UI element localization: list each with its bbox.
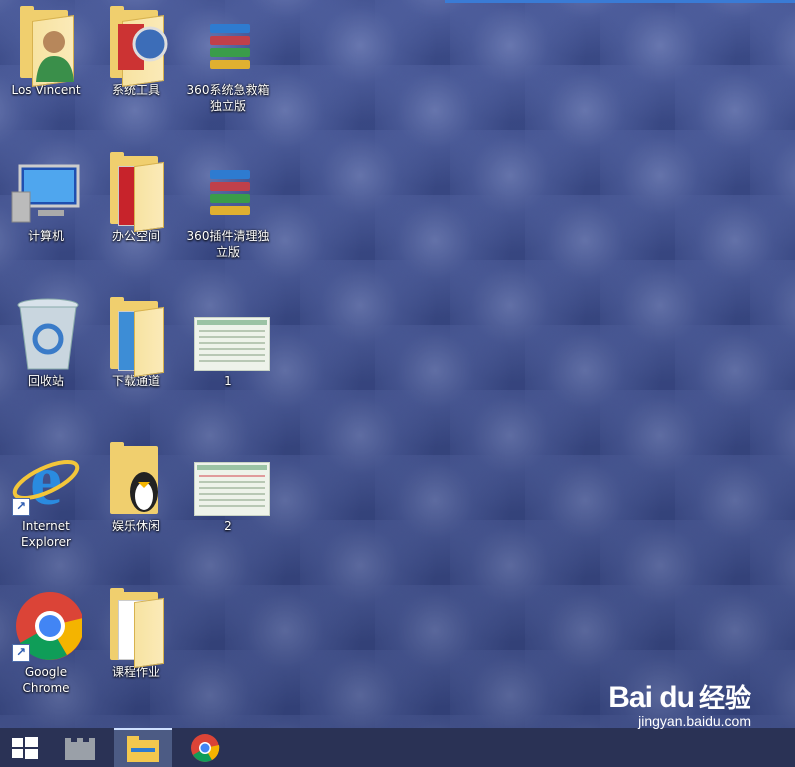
watermark-cn: 经验 <box>698 684 751 714</box>
shortcut-arrow-icon: ↗ <box>12 644 30 662</box>
desktop-icon-image-1[interactable]: 1 <box>186 297 270 389</box>
icon-label-line: Google <box>24 665 68 679</box>
desktop-icon-downloads[interactable]: 下载通道 <box>94 297 178 389</box>
icon-label: 回收站 <box>27 374 64 388</box>
office-folder-icon <box>100 152 172 233</box>
screenshot-thumbnail-icon <box>192 297 270 373</box>
icon-label: 娱乐休闲 <box>111 519 160 533</box>
recycle-bin-icon <box>10 297 82 373</box>
icon-label-line: Explorer <box>21 535 71 549</box>
icon-label-line: Chrome <box>22 681 70 695</box>
desktop-icon-google-chrome[interactable]: ↗ Google Chrome <box>4 588 88 696</box>
taskbar-file-explorer[interactable] <box>114 728 172 767</box>
desktop-icon-los-vincent[interactable]: Los Vincent <box>4 6 88 98</box>
desktop-icon-entertainment[interactable]: 娱乐休闲 <box>94 442 178 534</box>
icon-label: 2 <box>224 519 232 533</box>
desktop-icon-homework[interactable]: 课程作业 <box>94 588 178 680</box>
icon-label-line: 360系统急救箱 <box>186 83 270 97</box>
user-folder-icon <box>10 6 82 87</box>
windows-logo-icon <box>12 737 38 759</box>
desktop-icon-computer[interactable]: 计算机 <box>4 152 88 244</box>
desktop-icon-recycle-bin[interactable]: 回收站 <box>4 297 88 389</box>
desktop-icon-360-rescue-box[interactable]: 360系统急救箱 独立版 <box>186 6 270 114</box>
icon-label-line: Internet <box>22 519 70 533</box>
svg-text:e: e <box>30 442 62 518</box>
watermark-url: jingyan.baidu.com <box>638 713 751 729</box>
system-tools-folder-icon <box>100 6 172 87</box>
downloads-folder-icon <box>100 297 172 378</box>
screenshot-thumbnail-icon <box>192 442 270 518</box>
icon-label: 1 <box>224 374 232 388</box>
chrome-icon: ↗ <box>10 588 84 664</box>
desktop-icon-system-tools[interactable]: 系统工具 <box>94 6 178 98</box>
castle-icon <box>65 738 95 760</box>
shortcut-arrow-icon: ↗ <box>12 498 30 516</box>
baidu-jingyan-watermark: Bai du 经验 jingyan.baidu.com <box>608 678 751 729</box>
taskbar-chrome[interactable] <box>178 728 232 767</box>
computer-icon <box>10 152 82 228</box>
desktop-icon-office-space[interactable]: 办公空间 <box>94 152 178 244</box>
taskbar <box>0 728 795 767</box>
chrome-icon <box>191 734 220 762</box>
file-explorer-icon <box>127 736 159 762</box>
archive-stack-icon <box>192 152 264 228</box>
icon-label-line: 立版 <box>215 245 240 259</box>
desktop-icon-image-2[interactable]: 2 <box>186 442 270 534</box>
internet-explorer-icon: e ↗ <box>10 440 82 520</box>
icon-label-line: 独立版 <box>209 99 246 113</box>
start-button[interactable] <box>0 728 54 767</box>
baidu-logo: Bai du <box>608 681 695 714</box>
taskbar-castle-app[interactable] <box>54 728 108 767</box>
icon-label: 计算机 <box>27 229 64 243</box>
entertainment-folder-icon <box>100 442 172 518</box>
top-accent-line <box>445 0 795 3</box>
desktop-icon-360-plugin-cleaner[interactable]: 360插件清理独 立版 <box>186 152 270 260</box>
icon-label-line: 360插件清理独 <box>186 229 270 243</box>
archive-stack-icon <box>192 6 264 82</box>
desktop-icon-internet-explorer[interactable]: e ↗ Internet Explorer <box>4 440 88 550</box>
homework-folder-icon <box>100 588 172 669</box>
